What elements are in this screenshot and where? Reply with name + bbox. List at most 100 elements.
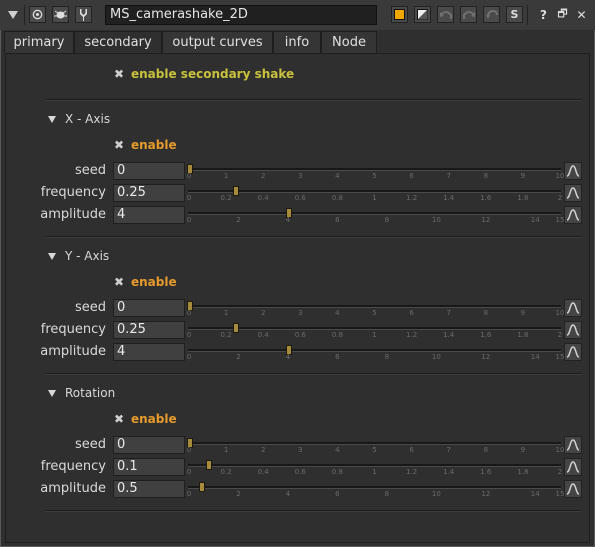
section-title[interactable]: X - Axis [48, 112, 110, 126]
slider-tick-label: 0.8 [331, 331, 343, 339]
slider-track[interactable] [188, 168, 561, 171]
slider-track[interactable] [188, 305, 561, 308]
slider-tick-label: 1.2 [406, 468, 418, 476]
slider-tick-label: 0.4 [257, 194, 269, 202]
slider-handle[interactable] [233, 186, 240, 196]
float-icon[interactable]: 🗗 [554, 6, 571, 23]
section-title[interactable]: Y - Axis [48, 249, 109, 263]
tab-output-curves[interactable]: output curves [162, 31, 273, 53]
node-color-icon[interactable] [391, 6, 408, 23]
param-value-field[interactable]: 0 [113, 162, 185, 180]
curve-editor-icon[interactable] [564, 458, 582, 476]
param-value-field[interactable]: 0.5 [113, 480, 185, 498]
slider-tick-label: 12 [481, 216, 491, 224]
slider-tick-label: 2 [236, 490, 241, 498]
collapse-triangle-icon[interactable] [4, 6, 21, 23]
collapse-triangle-icon[interactable] [48, 390, 56, 397]
slider-tick-label: 0 [186, 353, 192, 361]
slider-track[interactable] [188, 486, 561, 489]
slider-tick-label: 2 [260, 446, 266, 454]
help-icon[interactable]: ? [535, 6, 552, 23]
hide-input-icon[interactable] [414, 6, 431, 23]
tab-info[interactable]: info [273, 31, 321, 53]
param-value-field[interactable]: 0 [113, 299, 185, 317]
slider-tick-label: 0 [186, 216, 192, 224]
param-value-field[interactable]: 0.25 [113, 184, 185, 202]
slider-handle[interactable] [205, 460, 212, 470]
slider-tick-label: 1.6 [480, 331, 492, 339]
curve-editor-icon[interactable] [564, 184, 582, 202]
slider-tick-label: 8 [384, 216, 390, 224]
param-value-field[interactable]: 4 [113, 343, 185, 361]
slider-track[interactable] [188, 442, 561, 445]
enable-checkbox[interactable]: ✖ [112, 412, 126, 426]
section-title[interactable]: Rotation [48, 386, 115, 400]
param-label: amplitude [40, 207, 106, 222]
node-name-field[interactable]: MS_camerashake_2D [105, 5, 377, 25]
curve-editor-icon[interactable] [564, 321, 582, 339]
tab-primary[interactable]: primary [4, 31, 74, 53]
slider-tick-label: 0 [186, 468, 192, 476]
slider-tick-label: 0 [186, 446, 192, 454]
slider-tick-label: 3 [298, 172, 303, 180]
slider-tick-label: 8 [384, 353, 390, 361]
slider-tick-label: 0.6 [294, 468, 306, 476]
slider-tick-label: 2 [557, 194, 563, 202]
slider-tick-label: 0.6 [294, 194, 306, 202]
param-value-field[interactable]: 4 [113, 206, 185, 224]
param-label: seed [74, 163, 106, 178]
curve-editor-icon[interactable] [564, 480, 582, 498]
curve-editor-icon[interactable] [564, 206, 582, 224]
slider-handle[interactable] [233, 323, 240, 333]
tab-node[interactable]: Node [321, 31, 377, 53]
curve-editor-icon[interactable] [564, 436, 582, 454]
slider-tick-label: 1 [372, 468, 377, 476]
slider-tick-label: 0.2 [220, 194, 232, 202]
settings-icon[interactable] [75, 6, 92, 23]
slider-tick-label: 4 [285, 490, 291, 498]
param-label: seed [74, 437, 106, 452]
param-value-field[interactable]: 0.25 [113, 321, 185, 339]
undo-icon[interactable] [437, 6, 454, 23]
curve-editor-icon[interactable] [564, 299, 582, 317]
collapse-triangle-icon[interactable] [48, 116, 56, 123]
slider-tick-label: 1 [372, 194, 377, 202]
slider-tick-label: 3 [298, 446, 303, 454]
slider-handle[interactable] [199, 482, 206, 492]
close-icon[interactable]: ✕ [573, 6, 590, 23]
enable-label: enable [131, 138, 177, 152]
tab-bar: primary secondary output curves info Nod… [0, 31, 595, 54]
slider-tick-label: 8 [483, 309, 489, 317]
slider-tick-label: 6 [335, 490, 340, 498]
s-icon[interactable]: S [506, 6, 523, 23]
slider-tick-label: 9 [520, 309, 526, 317]
slider-tick-label: 1.4 [443, 194, 455, 202]
curve-editor-icon[interactable] [564, 162, 582, 180]
param-label: amplitude [40, 481, 106, 496]
slider-tick-label: 0.8 [331, 468, 343, 476]
slider-track[interactable] [188, 349, 561, 352]
float-panel-icon[interactable] [52, 6, 69, 23]
enable-checkbox[interactable]: ✖ [112, 275, 126, 289]
enable-checkbox[interactable]: ✖ [112, 138, 126, 152]
enable-secondary-checkbox[interactable]: ✖ [112, 67, 126, 81]
slider-track[interactable] [188, 212, 561, 215]
param-value-field[interactable]: 0 [113, 436, 185, 454]
slider-tick-label: 0.2 [220, 468, 232, 476]
slider-track[interactable] [188, 327, 561, 330]
revert-icon[interactable] [483, 6, 500, 23]
slider-tick-label: 1.2 [406, 194, 418, 202]
center-node-icon[interactable] [29, 6, 46, 23]
redo-icon[interactable] [460, 6, 477, 23]
collapse-triangle-icon[interactable] [48, 253, 56, 260]
section-title-text: Rotation [65, 386, 116, 400]
slider-track[interactable] [188, 464, 561, 467]
param-value-field[interactable]: 0.1 [113, 458, 185, 476]
tab-secondary[interactable]: secondary [74, 31, 162, 54]
slider-tick-label: 6 [409, 446, 414, 454]
slider-tick-label: 12 [481, 353, 491, 361]
slider-tick-label: 1 [223, 309, 229, 317]
curve-editor-icon[interactable] [564, 343, 582, 361]
slider-track[interactable] [188, 190, 561, 193]
enable-label: enable [131, 412, 177, 426]
